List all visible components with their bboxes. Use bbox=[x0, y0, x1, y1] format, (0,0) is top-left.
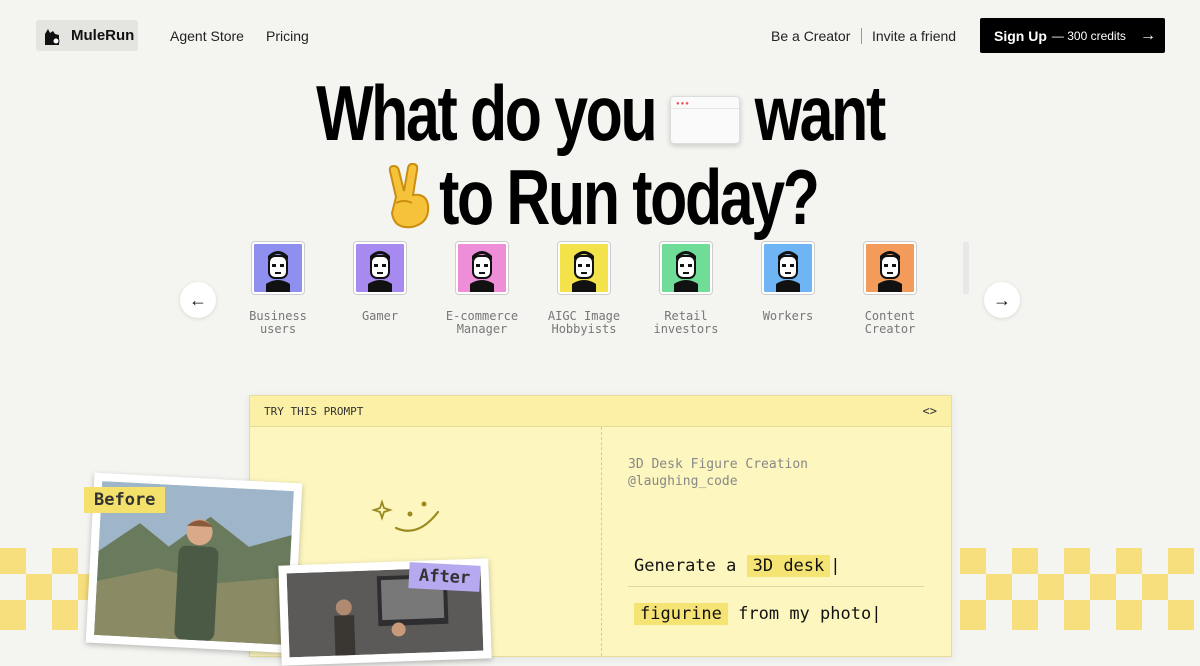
prompt-card-header: TRY THIS PROMPT <> bbox=[250, 396, 951, 427]
carousel-next-button[interactable]: → bbox=[984, 282, 1020, 318]
code-icon[interactable]: <> bbox=[923, 404, 937, 418]
persona-item-partial[interactable] bbox=[963, 242, 973, 294]
hero-heading-line2: to Run today? bbox=[132, 152, 1068, 243]
persona-item[interactable]: Retail investors bbox=[641, 242, 731, 336]
arrow-right-icon: → bbox=[993, 289, 1011, 310]
persona-label: Workers bbox=[762, 309, 814, 323]
prompt-highlight: figurine bbox=[634, 603, 728, 625]
persona-label: E-commerce Manager bbox=[445, 309, 519, 336]
carousel-prev-button[interactable]: ← bbox=[180, 282, 216, 318]
hero-heading-part3: to Run today? bbox=[439, 153, 820, 241]
persona-item[interactable]: Workers bbox=[743, 242, 833, 323]
nav-invite-friend[interactable]: Invite a friend bbox=[872, 28, 956, 44]
mule-logo-icon bbox=[45, 28, 60, 45]
persona-label: AIGC Image Hobbyists bbox=[547, 309, 621, 336]
signup-credits: — 300 credits bbox=[1051, 28, 1126, 43]
persona-label: Retail investors bbox=[653, 309, 719, 336]
persona-item[interactable]: E-commerce Manager bbox=[437, 242, 527, 336]
after-tag: After bbox=[408, 562, 481, 592]
smile-sparkle-icon bbox=[371, 499, 440, 532]
browser-window-icon: ●●● bbox=[670, 96, 740, 144]
prompt-title: 3D Desk Figure Creation @laughing_code bbox=[628, 456, 808, 490]
logo[interactable]: MuleRun bbox=[36, 20, 138, 51]
arrow-right-icon: → bbox=[1139, 26, 1156, 44]
text-cursor: | bbox=[871, 604, 882, 624]
prompt-highlight: 3D desk bbox=[746, 555, 831, 577]
persona-item[interactable]: AIGC Image Hobbyists bbox=[539, 242, 629, 336]
avatar bbox=[660, 242, 712, 294]
prompt-line-2[interactable]: figurine from my photo| bbox=[634, 603, 882, 625]
avatar bbox=[456, 242, 508, 294]
nav-agent-store[interactable]: Agent Store bbox=[170, 28, 244, 44]
prompt-text: Generate a bbox=[634, 556, 737, 576]
nav-divider bbox=[861, 28, 862, 44]
logo-text: MuleRun bbox=[71, 27, 135, 44]
nav-pricing[interactable]: Pricing bbox=[266, 28, 309, 44]
persona-label: Gamer bbox=[361, 309, 399, 323]
checker-pattern-right bbox=[960, 548, 1194, 630]
prompt-separator bbox=[628, 586, 924, 587]
avatar bbox=[864, 242, 916, 294]
persona-label: Content Creator bbox=[864, 309, 916, 336]
before-tag: Before bbox=[84, 487, 166, 513]
persona-item[interactable]: Gamer bbox=[335, 242, 425, 323]
text-cursor: | bbox=[830, 556, 841, 576]
avatar bbox=[558, 242, 610, 294]
persona-item[interactable]: Content Creator bbox=[845, 242, 935, 336]
card-divider bbox=[601, 427, 602, 656]
persona-item[interactable]: Business users bbox=[233, 242, 323, 336]
avatar bbox=[252, 242, 304, 294]
hero-heading-part2: want bbox=[754, 69, 887, 157]
prompt-card-label: TRY THIS PROMPT bbox=[264, 404, 364, 418]
avatar bbox=[963, 242, 969, 294]
victory-hand-icon bbox=[388, 163, 430, 229]
prompt-text: from my photo bbox=[738, 604, 872, 624]
persona-label: Business users bbox=[249, 309, 307, 336]
signup-button[interactable]: Sign Up — 300 credits → bbox=[980, 18, 1165, 53]
prompt-line-1[interactable]: Generate a 3D desk | bbox=[634, 555, 841, 577]
nav-be-creator[interactable]: Be a Creator bbox=[771, 28, 850, 44]
prompt-author[interactable]: @laughing_code bbox=[628, 473, 808, 490]
arrow-left-icon: ← bbox=[189, 289, 207, 310]
signup-label: Sign Up bbox=[994, 27, 1047, 44]
avatar bbox=[762, 242, 814, 294]
hero-heading-line1: What do you want bbox=[132, 68, 1068, 159]
avatar bbox=[354, 242, 406, 294]
prompt-title-text: 3D Desk Figure Creation bbox=[628, 457, 809, 472]
hero-heading-part1: What do you bbox=[316, 69, 658, 157]
